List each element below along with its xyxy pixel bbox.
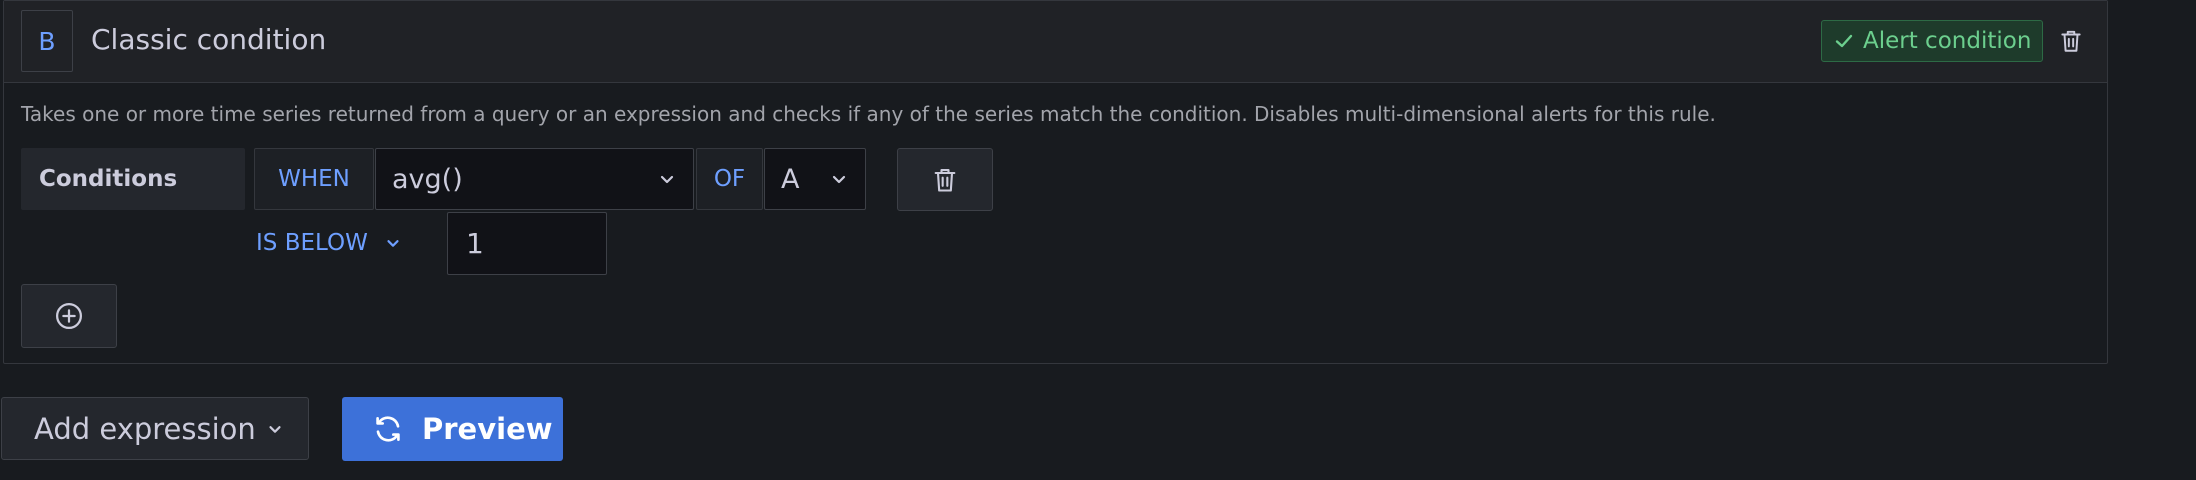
of-keyword: OF (696, 148, 763, 210)
evaluator-select[interactable]: IS BELOW (256, 212, 402, 274)
preview-button[interactable]: Preview (342, 397, 563, 461)
preview-label: Preview (422, 412, 553, 446)
reducer-select[interactable]: avg() (375, 148, 694, 210)
add-expression-button[interactable]: Add expression (1, 397, 309, 460)
check-icon (1835, 34, 1853, 48)
delete-expression-button[interactable] (2056, 26, 2086, 56)
query-select[interactable]: A (764, 148, 866, 210)
add-condition-button[interactable] (21, 284, 117, 348)
expression-title: Classic condition (91, 23, 327, 56)
conditions-label: Conditions (21, 148, 245, 210)
plus-circle-icon (56, 303, 82, 329)
trash-icon (934, 168, 956, 192)
sync-icon (376, 416, 400, 442)
when-keyword: WHEN (254, 148, 374, 210)
threshold-input[interactable]: 1 (447, 212, 607, 275)
expression-description: Takes one or more time series returned f… (21, 102, 1716, 126)
alert-condition-badge[interactable]: Alert condition (1821, 20, 2043, 62)
reducer-value: avg() (392, 163, 463, 195)
chevron-down-icon (269, 425, 281, 433)
chevron-down-icon (387, 240, 399, 247)
trash-icon (2061, 30, 2081, 52)
alert-condition-label: Alert condition (1863, 28, 2032, 54)
evaluator-value: IS BELOW (256, 230, 368, 256)
chevron-down-icon (832, 175, 846, 184)
chevron-down-icon (660, 175, 674, 184)
expression-header: B Classic condition Alert condition (4, 1, 2107, 83)
ref-id-label[interactable]: B (21, 10, 73, 72)
add-expression-label: Add expression (34, 411, 256, 446)
query-value: A (781, 163, 800, 195)
classic-condition-panel: B Classic condition Alert condition Take… (3, 0, 2108, 364)
delete-condition-button[interactable] (897, 148, 993, 211)
